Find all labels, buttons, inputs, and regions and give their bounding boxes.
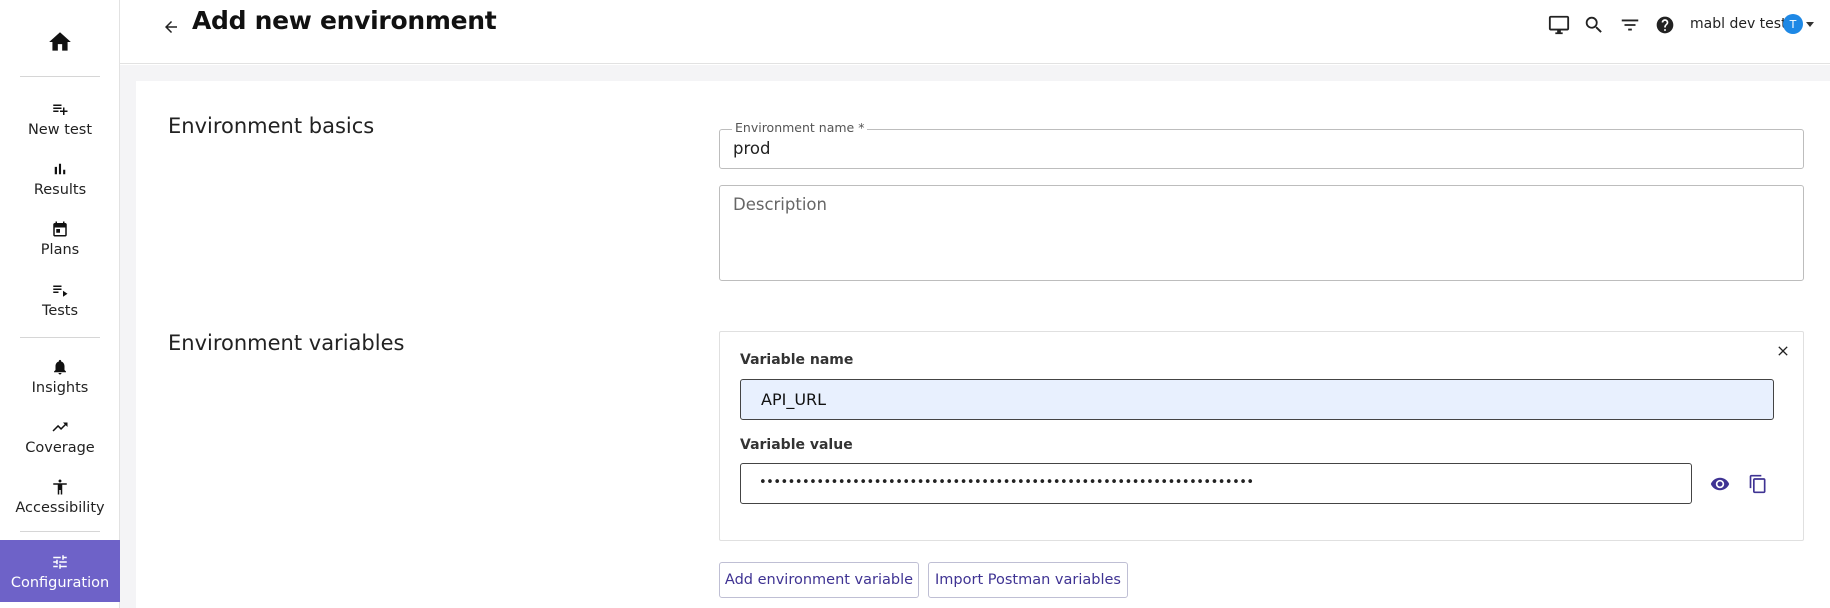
page-title: Add new environment [192,6,497,35]
help-button[interactable] [1653,13,1677,37]
sidebar-item-label: Configuration [10,574,110,591]
variable-name-value: API_URL [761,390,827,409]
sidebar-item-configuration[interactable]: Configuration [0,540,120,602]
calendar-icon [51,219,69,239]
remove-variable-button[interactable] [1773,341,1793,361]
search-icon [1585,16,1602,33]
toggle-visibility-button[interactable] [1708,472,1732,496]
home-icon [49,32,71,51]
variable-card [719,331,1804,541]
eye-icon [1710,477,1730,491]
section-title-basics: Environment basics [168,114,375,138]
sidebar-item-insights[interactable]: Insights [0,350,120,402]
sidebar-item-label: Coverage [25,439,95,456]
sidebar-item-label: Tests [41,302,79,319]
description-placeholder: Description [733,195,827,214]
arrow-back-icon [165,21,177,33]
help-icon [1656,16,1674,34]
sidebar-item-tests[interactable]: Tests [0,273,120,325]
section-title-variables: Environment variables [168,331,405,355]
sidebar-divider [20,337,100,338]
sidebar-item-results[interactable]: Results [0,152,120,204]
description-field[interactable] [719,185,1804,281]
filter-icon [1621,19,1639,31]
sidebar-item-new-test[interactable]: New test [0,92,120,144]
trending-up-icon [50,417,70,437]
sidebar-item-label: Accessibility [15,499,105,516]
sidebar-divider [20,531,100,532]
sidebar-item-plans[interactable]: Plans [0,212,120,264]
filter-button[interactable] [1618,13,1642,37]
environment-name-value: prod [733,139,771,158]
monitor-icon [1548,15,1570,35]
variable-value-masked: ••••••••••••••••••••••••••••••••••••••••… [759,475,1254,490]
sidebar-item-label: Insights [31,379,89,396]
variable-name-input[interactable]: API_URL [740,379,1774,420]
workspace-name[interactable]: mabl dev tests [1690,16,1794,32]
sidebar-item-accessibility[interactable]: Accessibility [0,470,120,522]
variable-value-label: Variable value [740,437,853,453]
sidebar-item-label: Plans [40,241,80,258]
top-header: Add new environment [120,0,1830,64]
playlist-play-icon [50,280,70,300]
variable-name-label: Variable name [740,352,854,368]
close-icon [1778,346,1788,356]
monitor-button[interactable] [1547,13,1571,37]
copy-value-button[interactable] [1746,472,1770,496]
variable-value-input[interactable]: ••••••••••••••••••••••••••••••••••••••••… [740,463,1692,504]
environment-name-label: Environment name * [732,120,868,135]
search-button[interactable] [1582,13,1606,37]
accessibility-icon [51,477,69,497]
sidebar-item-label: New test [27,121,93,138]
avatar[interactable]: T [1783,14,1803,34]
playlist-add-icon [50,99,70,119]
bell-icon [51,357,69,377]
home-button[interactable] [0,22,120,62]
import-postman-variables-button[interactable]: Import Postman variables [928,562,1128,598]
tune-icon [50,552,70,572]
back-button[interactable] [160,16,182,38]
add-environment-variable-button[interactable]: Add environment variable [719,562,919,598]
sidebar-item-coverage[interactable]: Coverage [0,410,120,462]
chevron-down-icon[interactable] [1806,22,1814,27]
sidebar: New test Results Plans Tests Insights Co… [0,0,120,608]
copy-icon [1749,474,1766,494]
bar-chart-icon [51,159,69,179]
sidebar-item-label: Results [33,181,87,198]
sidebar-divider [20,76,100,77]
environment-name-field[interactable] [719,129,1804,169]
